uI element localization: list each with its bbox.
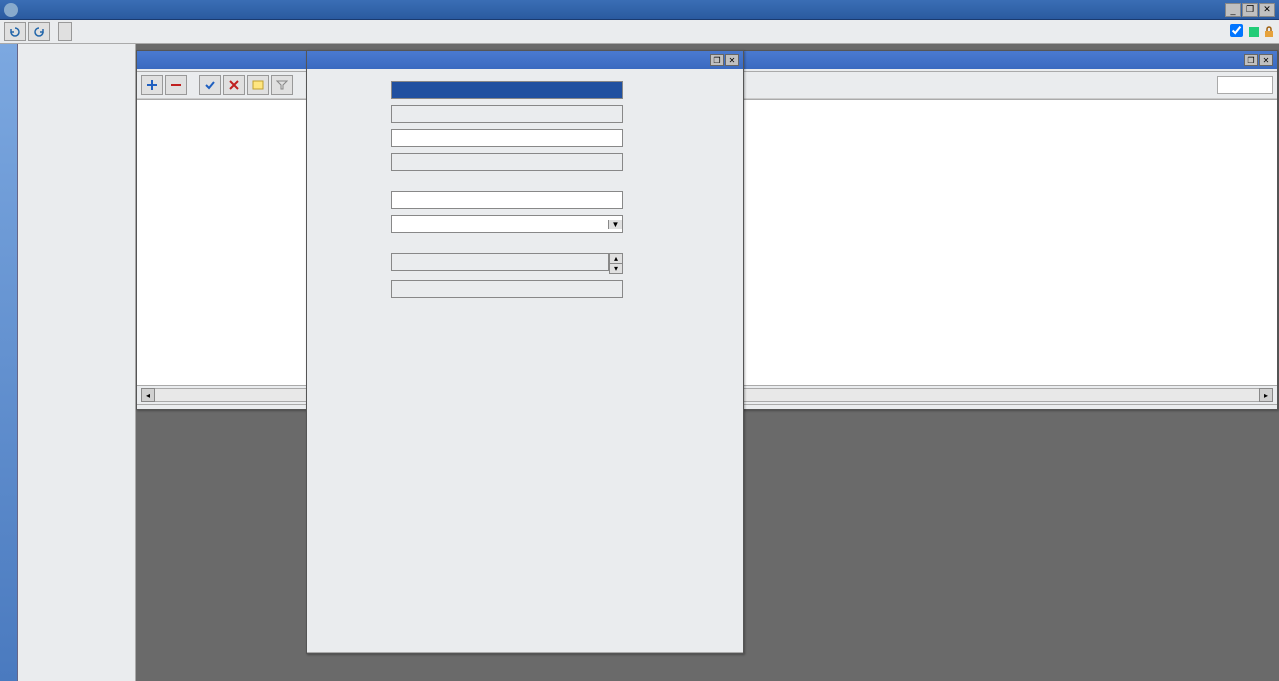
l2mtu-value <box>391 153 623 171</box>
window-controls: _ ❐ ✕ <box>1225 3 1275 17</box>
close-button[interactable]: ✕ <box>1259 3 1275 17</box>
interface-dialog-titlebar[interactable]: ❐ ✕ <box>307 51 743 69</box>
main-toolbar <box>0 20 1279 44</box>
undo-button[interactable] <box>4 22 26 41</box>
scroll-right-button[interactable]: ▸ <box>1259 388 1273 402</box>
window-close-button[interactable]: ✕ <box>1259 54 1273 66</box>
name-input[interactable] <box>391 81 623 99</box>
maximize-button[interactable]: ❐ <box>1242 3 1258 17</box>
mtu-input[interactable] <box>391 129 623 147</box>
filter-button[interactable] <box>271 75 293 95</box>
lock-icon <box>1263 26 1275 38</box>
scroll-left-button[interactable]: ◂ <box>141 388 155 402</box>
dialog-close-button[interactable]: ✕ <box>725 54 739 66</box>
dialog-restore-button[interactable]: ❐ <box>710 54 724 66</box>
find-box <box>1217 76 1273 94</box>
dialog-button-column <box>629 69 743 652</box>
workspace: ❐ ✕ ◂ <box>136 44 1279 681</box>
dialog-statusbar <box>307 652 743 653</box>
dialog-form: ▼ ▴ ▾ <box>307 73 629 652</box>
spin-up[interactable]: ▴ <box>609 253 623 264</box>
window-restore-button[interactable]: ❐ <box>1244 54 1258 66</box>
pci-value <box>391 280 623 298</box>
sidebar <box>18 44 136 681</box>
disable-button[interactable] <box>223 75 245 95</box>
minimize-button[interactable]: _ <box>1225 3 1241 17</box>
app-titlebar: _ ❐ ✕ <box>0 0 1279 20</box>
interface-dialog: ❐ ✕ <box>306 50 744 654</box>
add-button[interactable] <box>141 75 163 95</box>
enable-button[interactable] <box>199 75 221 95</box>
dropdown-icon[interactable]: ▼ <box>608 220 622 229</box>
left-stripe <box>0 44 18 681</box>
status-indicator-icon <box>1249 27 1259 37</box>
app-icon <box>4 3 18 17</box>
comment-button[interactable] <box>247 75 269 95</box>
mac-input[interactable] <box>391 191 623 209</box>
hide-passwords-checkbox[interactable] <box>1230 24 1243 37</box>
arp-select[interactable]: ▼ <box>391 215 623 233</box>
chip-info-value <box>391 253 609 271</box>
hide-passwords-label[interactable] <box>1230 24 1245 40</box>
remove-button[interactable] <box>165 75 187 95</box>
redo-button[interactable] <box>28 22 50 41</box>
type-value <box>391 105 623 123</box>
safe-mode-button[interactable] <box>58 22 72 41</box>
spin-down[interactable]: ▾ <box>609 264 623 274</box>
find-input[interactable] <box>1217 76 1273 94</box>
